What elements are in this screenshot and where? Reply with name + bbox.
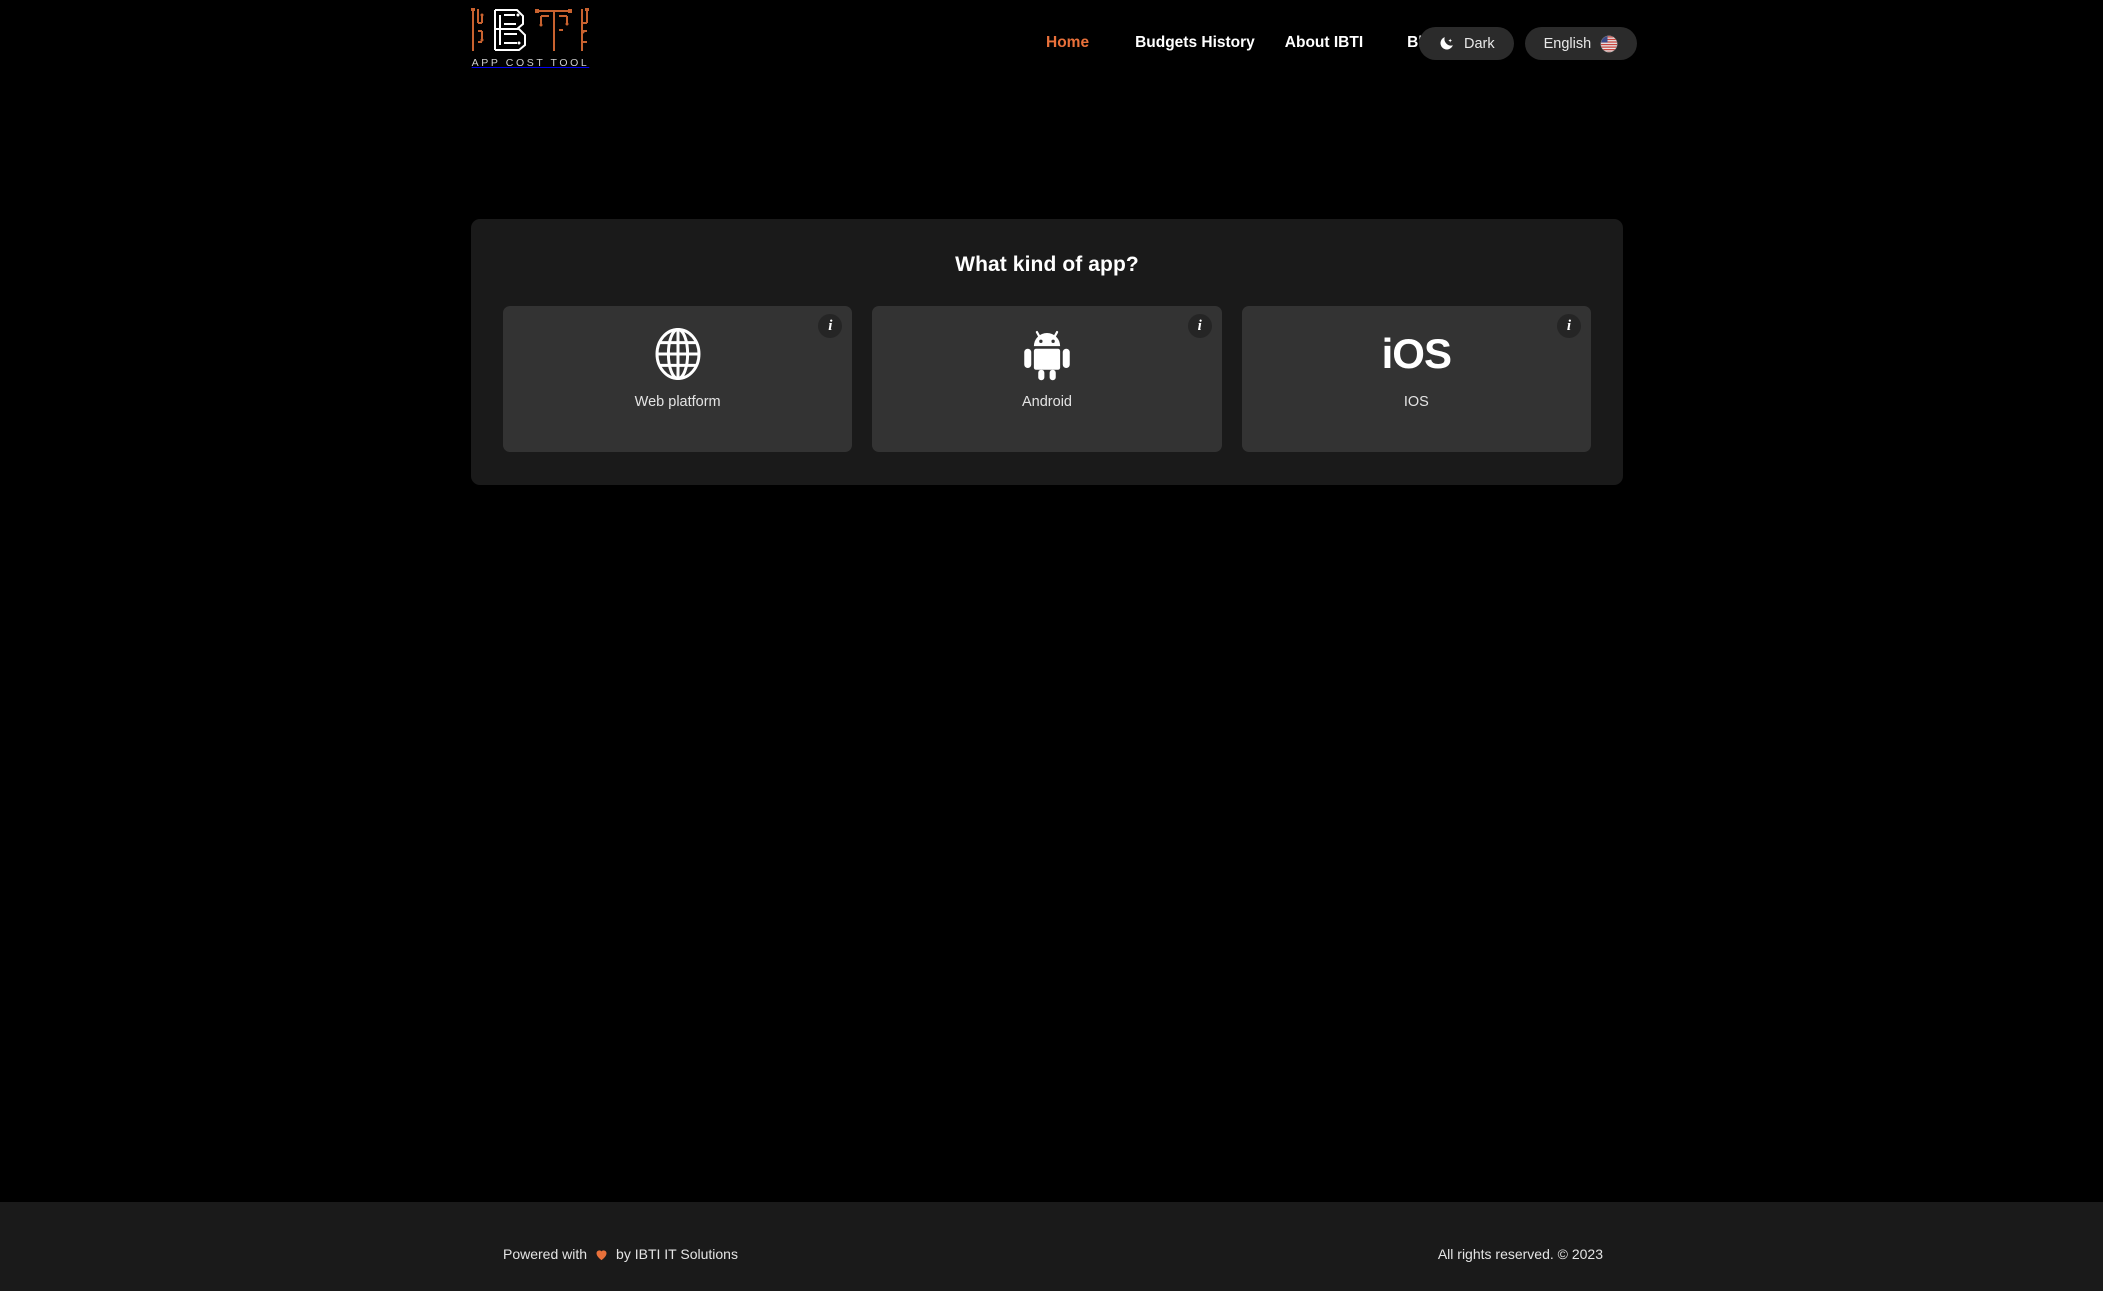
info-icon-android[interactable]: i (1187, 314, 1212, 338)
info-icon-glyph: i (1197, 317, 1202, 334)
nav-item-budgets-history[interactable]: Budgets History (1135, 34, 1255, 52)
info-icon-web[interactable]: i (818, 314, 843, 338)
site-header: APP COST TOOL Home Budgets History About… (0, 0, 2103, 92)
footer-credit: Powered with by IBTI IT Solutions (503, 1246, 738, 1262)
footer-rights: All rights reserved. © 2023 (1437, 1246, 1603, 1262)
language-select-label: English (1543, 35, 1592, 52)
panel-title: What kind of app? (955, 253, 1139, 276)
ios-icon-wrap: iOS (1381, 325, 1452, 383)
header-controls: Dark English (1419, 27, 1638, 60)
platform-card-ios[interactable]: i iOS IOS (1241, 306, 1591, 452)
main-content: What kind of app? i Web platform i Andro… (0, 92, 2103, 1202)
footer-credit-prefix: Powered with (503, 1246, 588, 1262)
platform-card-list: i Web platform i Android i iOS IOS (503, 306, 1591, 452)
theme-toggle-label: Dark (1464, 35, 1495, 52)
us-flag-icon (1600, 35, 1618, 52)
platform-selection-panel: What kind of app? i Web platform i Andro… (471, 219, 1623, 485)
platform-label-ios: IOS (1403, 394, 1429, 410)
globe-icon (655, 328, 701, 380)
logo-tagline: APP COST TOOL (471, 57, 590, 69)
site-footer: Powered with by IBTI IT Solutions All ri… (0, 1202, 2103, 1291)
globe-icon-wrap (650, 325, 706, 383)
info-icon-ios[interactable]: i (1556, 314, 1581, 338)
theme-toggle-button[interactable]: Dark (1419, 27, 1514, 60)
logo-link[interactable]: APP COST TOOL (468, 6, 593, 76)
info-icon-glyph: i (828, 317, 833, 334)
nav-item-about-ibti[interactable]: About IBTI (1285, 34, 1363, 52)
platform-card-android[interactable]: i Android (872, 306, 1222, 452)
android-icon-wrap (1019, 325, 1075, 383)
nav-item-home[interactable]: Home (1046, 34, 1089, 52)
heart-icon (596, 1249, 607, 1260)
app-root: APP COST TOOL Home Budgets History About… (0, 0, 2103, 1291)
platform-card-web[interactable]: i Web platform (503, 306, 853, 452)
platform-label-web: Web platform (634, 394, 721, 410)
info-icon-glyph: i (1566, 317, 1572, 334)
ios-wordmark-icon: iOS (1381, 330, 1452, 377)
platform-label-android: Android (1022, 394, 1072, 410)
android-robot-icon (1024, 330, 1070, 381)
moon-icon (1440, 37, 1453, 50)
language-select-button[interactable]: English (1524, 27, 1638, 60)
ibti-logo-icon (471, 8, 589, 51)
main-nav: Home Budgets History About IBTI Blog (1046, 34, 1442, 52)
footer-credit-suffix: by IBTI IT Solutions (616, 1246, 738, 1262)
